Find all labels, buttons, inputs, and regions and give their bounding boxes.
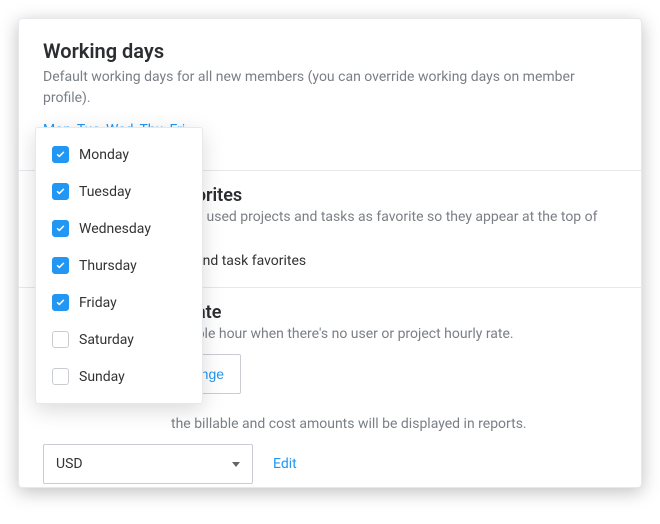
working-day-label: Sunday [79, 369, 125, 385]
checkbox-icon [52, 220, 69, 237]
working-day-label: Thursday [79, 258, 137, 274]
currency-select[interactable]: USD [43, 444, 253, 484]
favorites-title: favorites [171, 185, 617, 206]
currency-selected-value: USD [56, 456, 83, 472]
favorites-description: most used projects and tasks as favorite… [171, 209, 617, 241]
checkbox-icon [52, 146, 69, 163]
working-day-option[interactable]: Thursday [36, 247, 202, 284]
working-day-option[interactable]: Friday [36, 284, 202, 321]
checkbox-icon [52, 183, 69, 200]
checkbox-icon [52, 331, 69, 348]
working-day-label: Friday [79, 295, 117, 311]
working-day-option[interactable]: Sunday [36, 358, 202, 395]
working-day-option[interactable]: Wednesday [36, 210, 202, 247]
checkbox-icon [52, 368, 69, 385]
checkbox-icon [52, 294, 69, 311]
checkbox-icon [52, 257, 69, 274]
working-days-title: Working days [43, 39, 617, 63]
working-day-label: Tuesday [79, 184, 131, 200]
working-day-option[interactable]: Tuesday [36, 173, 202, 210]
currency-section: the billable and cost amounts will be di… [43, 416, 617, 432]
working-day-option[interactable]: Monday [36, 136, 202, 173]
currency-edit-link[interactable]: Edit [273, 456, 297, 472]
working-day-label: Monday [79, 147, 129, 163]
working-day-label: Saturday [79, 332, 134, 348]
working-day-label: Wednesday [79, 221, 151, 237]
favorites-checkbox-label: and task favorites [195, 253, 306, 269]
currency-description: the billable and cost amounts will be di… [171, 416, 617, 432]
billable-rate-description: billable hour when there's no user or pr… [171, 326, 617, 342]
working-day-option[interactable]: Saturday [36, 321, 202, 358]
working-days-description: Default working days for all new members… [43, 67, 617, 109]
chevron-down-icon [232, 462, 240, 467]
working-days-dropdown: Monday Tuesday Wednesday Thursday Friday Satu… [35, 127, 203, 404]
billable-rate-title: le rate [171, 302, 617, 323]
settings-card: Working days Default working days for al… [18, 18, 642, 488]
